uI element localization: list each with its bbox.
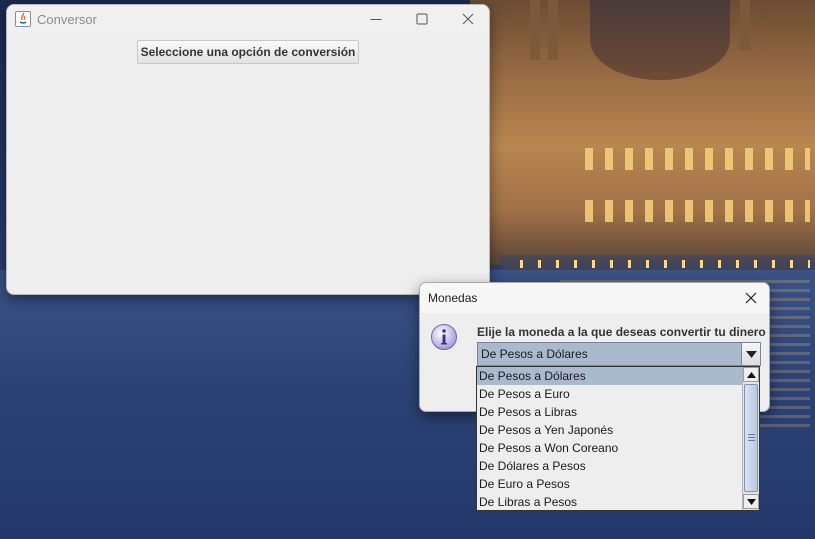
wallpaper-dome (590, 0, 730, 80)
wallpaper-lights (520, 260, 810, 268)
maximize-icon (416, 13, 428, 25)
scrollbar-thumb[interactable] (744, 384, 758, 492)
dropdown-option[interactable]: De Euro a Pesos (477, 475, 743, 493)
info-icon (431, 324, 457, 350)
currency-combobox[interactable]: De Pesos a Dólares (477, 342, 761, 366)
dropdown-option[interactable]: De Dólares a Pesos (477, 457, 743, 475)
close-icon (462, 13, 474, 25)
scroll-up-button[interactable] (743, 367, 759, 382)
close-icon (745, 292, 757, 304)
dropdown-option[interactable]: De Pesos a Dólares (477, 367, 743, 385)
dialog-close-button[interactable] (733, 283, 769, 313)
window-title: Conversor (37, 12, 97, 27)
java-app-icon (15, 11, 31, 27)
dropdown-option[interactable]: De Pesos a Euro (477, 385, 743, 403)
currency-dropdown-list[interactable]: De Pesos a Dólares De Pesos a Euro De Pe… (476, 366, 760, 511)
chevron-down-icon (746, 351, 757, 358)
conversor-window: Conversor Seleccione una opción de conve… (6, 4, 490, 295)
dropdown-option[interactable]: De Pesos a Libras (477, 403, 743, 421)
minimize-button[interactable] (353, 5, 399, 34)
dialog-title: Monedas (428, 291, 478, 305)
dropdown-option[interactable]: De Pesos a Won Coreano (477, 439, 743, 457)
select-conversion-button[interactable]: Seleccione una opción de conversión (137, 40, 359, 64)
window-titlebar[interactable]: Conversor (7, 5, 489, 34)
dialog-message: Elije la moneda a la que deseas converti… (477, 325, 766, 339)
close-button[interactable] (445, 5, 489, 34)
dropdown-scrollbar[interactable] (742, 367, 759, 510)
wallpaper-windows (585, 148, 810, 170)
combobox-selected-value: De Pesos a Dólares (481, 347, 588, 361)
arrow-up-icon (747, 372, 756, 378)
dropdown-option[interactable]: De Pesos a Yen Japonés (477, 421, 743, 439)
maximize-button[interactable] (399, 5, 445, 34)
dropdown-options: De Pesos a Dólares De Pesos a Euro De Pe… (477, 367, 743, 510)
scrollbar-grip (748, 434, 755, 441)
wallpaper-spire (740, 0, 750, 50)
minimize-icon (370, 19, 382, 20)
wallpaper-windows (585, 200, 810, 222)
wallpaper-spire (548, 0, 558, 60)
dialog-titlebar[interactable]: Monedas (420, 283, 769, 313)
wallpaper-spire (530, 0, 540, 60)
combobox-arrow-button[interactable] (741, 343, 760, 365)
scroll-down-button[interactable] (743, 494, 759, 509)
arrow-down-icon (747, 499, 756, 505)
dropdown-option[interactable]: De Libras a Pesos (477, 493, 743, 510)
